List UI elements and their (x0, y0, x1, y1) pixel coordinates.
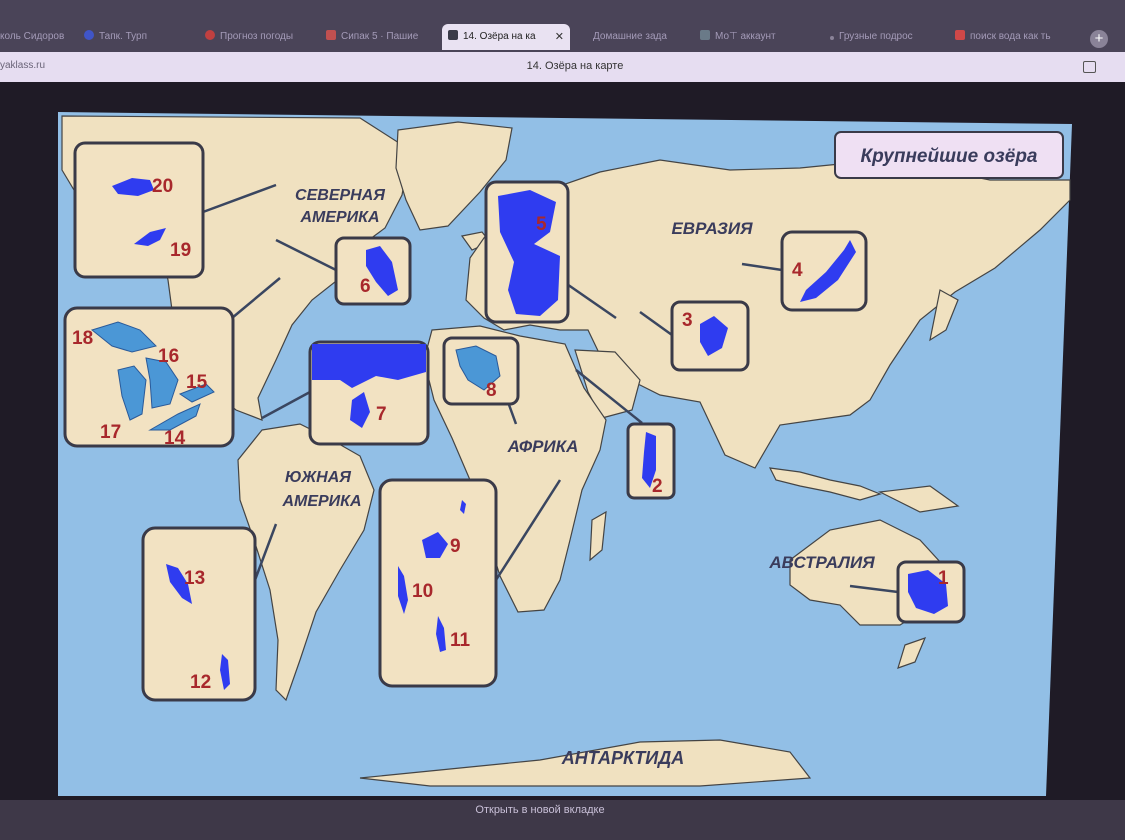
inset-lakes-9-11: 9 10 11 (378, 478, 498, 688)
inset-lake-6: 6 (334, 236, 412, 306)
tab-label: Домашние зада (593, 31, 667, 42)
lake-number-8: 8 (486, 380, 497, 401)
inset-lake-3: 3 (670, 300, 750, 372)
tab-label: 14. Озёра на ка (463, 31, 536, 42)
label-south-america-2: АМЕРИКА (281, 493, 361, 510)
inset-great-lakes-14-18: 18 16 15 17 14 (63, 306, 235, 449)
tab-active[interactable]: 14. Озёра на ка ✕ (442, 24, 570, 50)
label-antarctica: АНТАРКТИДА (561, 748, 685, 768)
label-north-america-1: СЕВЕРНАЯ (295, 187, 385, 204)
tab-label: Сипак 5 · Пашие (341, 31, 419, 42)
tab-1[interactable]: Тапк. Турп (84, 24, 184, 50)
open-in-new-tab-link[interactable]: Открыть в новой вкладке (0, 804, 1080, 816)
tab-label: Мо⊤ аккаунт (715, 31, 776, 42)
address-bar: yaklass.ru 14. Озёра на карте (0, 52, 1125, 82)
lake-number-10: 10 (412, 581, 433, 602)
tab-favicon-icon (700, 30, 710, 40)
inset-lake-1: 1 (896, 560, 966, 624)
tab-favicon-icon (830, 36, 834, 40)
tab-2[interactable]: Прогноз погоды (205, 24, 310, 50)
inset-lake-7: 7 (308, 340, 430, 446)
lake-number-9: 9 (450, 536, 461, 557)
lake-number-6: 6 (360, 276, 371, 297)
lake-number-12: 12 (190, 672, 211, 693)
lake-number-16: 16 (158, 346, 179, 367)
label-north-america-2: АМЕРИКА (299, 209, 379, 226)
inset-lake-5: 5 (484, 180, 570, 324)
tab-label: Прогноз погоды (220, 31, 294, 42)
lake-number-3: 3 (682, 310, 693, 331)
lake-number-7: 7 (376, 404, 387, 425)
tab-favicon-icon (326, 30, 336, 40)
tab-favicon-icon (205, 30, 215, 40)
lake-number-4: 4 (792, 260, 803, 281)
label-eurasia: ЕВРАЗИЯ (671, 219, 753, 238)
lake-number-19: 19 (170, 240, 191, 261)
tab-label: коль Сидоров (0, 31, 65, 42)
tab-favicon-icon (84, 30, 94, 40)
inset-lake-2: 2 (626, 422, 676, 500)
tab-favicon-icon (578, 30, 588, 40)
label-south-america-1: ЮЖНАЯ (285, 469, 351, 486)
tab-0[interactable]: коль Сидоров (0, 24, 72, 50)
lake-number-15: 15 (186, 372, 208, 393)
lake-number-11: 11 (450, 630, 471, 651)
tab-5[interactable]: Домашние зада (578, 24, 688, 50)
popout-window-icon[interactable] (1083, 61, 1096, 73)
tab-7[interactable]: Грузные подрос (830, 24, 940, 50)
tab-label: Грузные подрос (839, 31, 913, 42)
inset-lake-8: 8 (442, 336, 520, 406)
tab-close-icon[interactable]: ✕ (555, 24, 564, 50)
inset-lakes-19-20: 20 19 (73, 141, 205, 279)
world-lakes-map: Крупнейшие озёра СЕВЕРНАЯ АМЕРИКА ЮЖНАЯ … (58, 112, 1072, 796)
lake-number-14: 14 (164, 428, 186, 449)
lake-number-1: 1 (938, 568, 949, 589)
lake-number-2: 2 (652, 476, 663, 497)
tab-3[interactable]: Сипак 5 · Пашие (326, 24, 438, 50)
new-tab-button[interactable]: + (1090, 30, 1108, 48)
image-viewer: Крупнейшие озёра СЕВЕРНАЯ АМЕРИКА ЮЖНАЯ … (0, 82, 1125, 800)
lake-number-5: 5 (536, 214, 547, 235)
lake-number-18: 18 (72, 328, 93, 349)
lake-number-20: 20 (152, 176, 173, 197)
inset-lakes-12-13: 13 12 (141, 526, 257, 702)
tab-label: поиск вода как ть (970, 31, 1051, 42)
tab-label: Тапк. Турп (99, 31, 147, 42)
tab-8[interactable]: поиск вода как ть (955, 24, 1070, 50)
tab-favicon-icon (955, 30, 965, 40)
viewer-bottom-bar: Открыть в новой вкладке (0, 800, 1125, 840)
label-australia: АВСТРАЛИЯ (768, 553, 875, 572)
inset-lake-4: 4 (780, 230, 868, 312)
tab-6[interactable]: Мо⊤ аккаунт (700, 24, 810, 50)
page-title: 14. Озёра на карте (526, 60, 624, 72)
lake-number-17: 17 (100, 422, 121, 443)
map-title: Крупнейшие озёра (860, 146, 1037, 167)
tab-favicon-icon (448, 30, 458, 40)
lake-number-13: 13 (184, 568, 205, 589)
label-africa: АФРИКА (507, 437, 579, 456)
browser-tab-bar: коль Сидоров Тапк. Турп Прогноз погоды С… (0, 0, 1125, 52)
